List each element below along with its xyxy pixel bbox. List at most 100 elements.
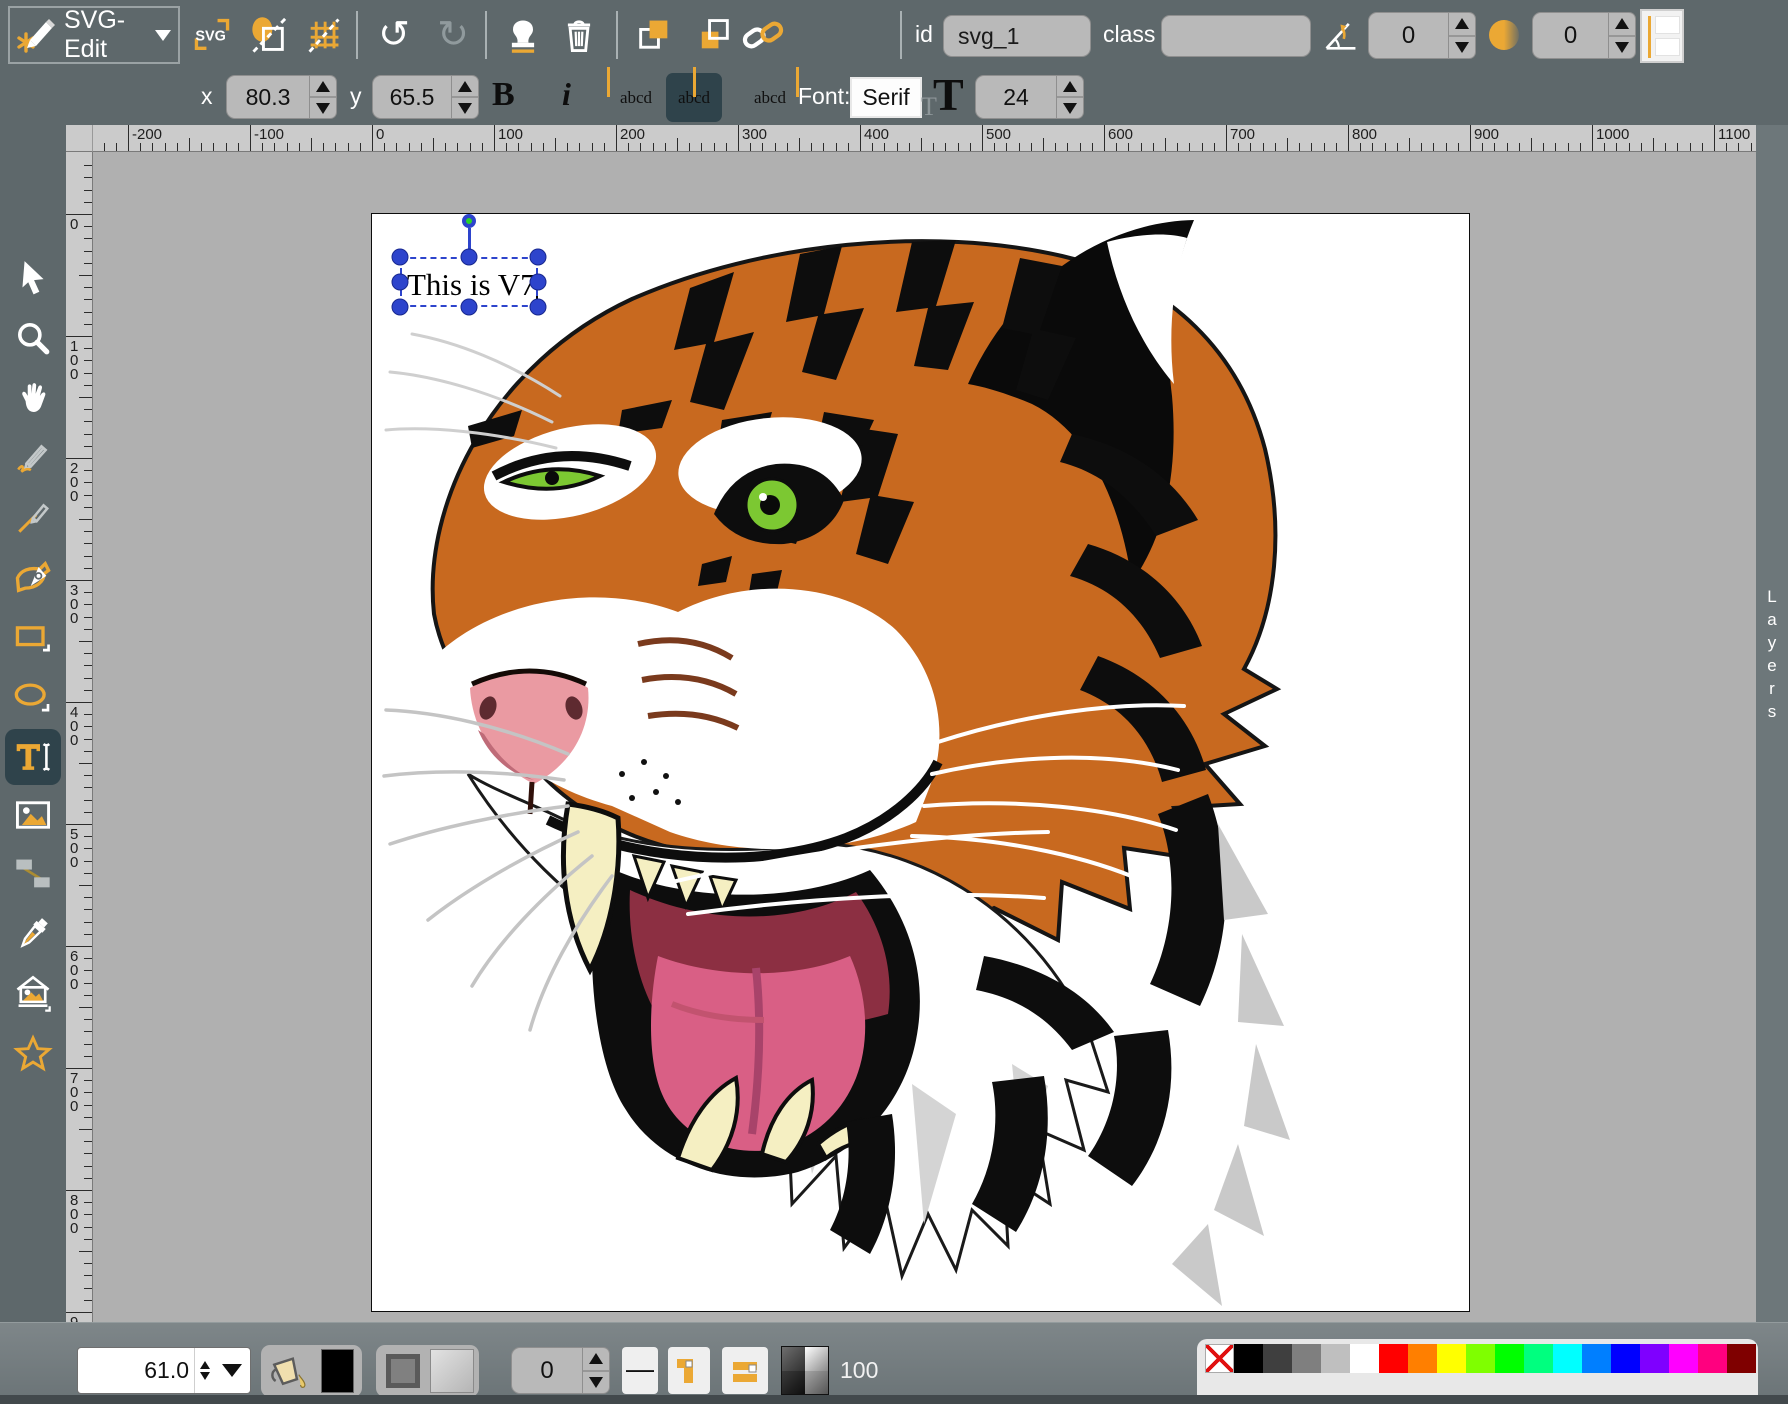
stroke-color-swatch[interactable] [386, 1354, 420, 1388]
palette-swatch-3f3f3f[interactable] [1263, 1344, 1292, 1373]
move-to-back-button[interactable] [691, 12, 737, 58]
selection-handle-ne[interactable] [530, 249, 547, 266]
zoom-value[interactable]: 61.0 [78, 1348, 194, 1393]
palette-swatch-7f0000[interactable] [1727, 1344, 1756, 1373]
id-input[interactable]: svg_1 [943, 15, 1091, 57]
italic-button[interactable]: i [562, 76, 571, 113]
zoom-spinner[interactable] [194, 1348, 214, 1393]
document-properties-button[interactable] [246, 12, 292, 58]
angle-spinner[interactable] [1449, 12, 1476, 59]
tool-rectangle[interactable] [5, 611, 61, 667]
svg-canvas[interactable] [372, 214, 1469, 1311]
tool-line[interactable] [5, 490, 61, 546]
clone-button[interactable] [500, 12, 546, 58]
stroke-linecap-button[interactable] [722, 1347, 768, 1394]
make-link-button[interactable] [740, 12, 786, 58]
palette-swatch-ffffff[interactable] [1350, 1344, 1379, 1373]
selection-handle-w[interactable] [392, 274, 409, 291]
tool-star[interactable] [5, 1026, 61, 1082]
tiger-drawing [372, 214, 1469, 1311]
palette-swatch-0000ff[interactable] [1611, 1344, 1640, 1373]
main-menu-button[interactable]: SVG-Edit [8, 6, 180, 64]
palette-swatch-ff007f[interactable] [1698, 1344, 1727, 1373]
palette-swatch-ff0000[interactable] [1379, 1344, 1408, 1373]
palette-swatch-ff00ff[interactable] [1669, 1344, 1698, 1373]
selection-handle-sw[interactable] [392, 299, 409, 316]
tool-image[interactable] [5, 787, 61, 843]
redo-button[interactable]: ↻ [430, 12, 476, 58]
stroke-linejoin-button[interactable] [668, 1347, 710, 1394]
font-size-spinner[interactable] [1057, 75, 1084, 119]
tool-shape-library[interactable] [5, 966, 61, 1022]
rotation-handle[interactable] [462, 214, 476, 228]
palette-swatch-00ff7f[interactable] [1524, 1344, 1553, 1373]
blur-spinner[interactable] [1609, 12, 1636, 59]
selection-handle-se[interactable] [530, 299, 547, 316]
palette-swatch-ff7f00[interactable] [1408, 1344, 1437, 1373]
palette-swatch-7f00ff[interactable] [1640, 1344, 1669, 1373]
move-to-front-button[interactable] [631, 12, 677, 58]
stroke-dash-button[interactable]: — [622, 1347, 658, 1394]
undo-button[interactable]: ↺ [371, 12, 417, 58]
editor-preferences-button[interactable] [301, 12, 347, 58]
tool-pan[interactable] [5, 370, 61, 426]
stroke-width-spinner[interactable] [583, 1347, 610, 1394]
align-left-button[interactable]: abcd [608, 73, 664, 122]
selection-handle-n[interactable] [461, 249, 478, 266]
y-input[interactable]: 65.5 [372, 75, 452, 119]
opacity-gradient-button[interactable] [781, 1346, 829, 1395]
palette-swatch-00ff00[interactable] [1495, 1344, 1524, 1373]
background-panel-button[interactable] [1640, 9, 1684, 63]
font-size-input[interactable]: 24 [975, 75, 1057, 119]
selection-handle-e[interactable] [530, 274, 547, 291]
tool-text[interactable] [5, 729, 61, 785]
bold-button[interactable]: B [492, 76, 515, 114]
shape-library-icon [13, 974, 53, 1014]
hand-icon [14, 379, 52, 417]
palette-swatch-007fff[interactable] [1582, 1344, 1611, 1373]
y-spinner[interactable] [452, 75, 479, 119]
zoom-dropdown[interactable] [214, 1348, 250, 1393]
angle-spin-down[interactable] [1449, 35, 1475, 59]
tool-path[interactable] [5, 549, 61, 605]
align-center-button[interactable]: abcd [666, 73, 722, 122]
source-editor-button[interactable]: SVG [189, 12, 235, 58]
palette-swatch-bfbfbf[interactable] [1321, 1344, 1350, 1373]
tool-pencil[interactable] [5, 431, 61, 487]
fill-color-swatch[interactable] [321, 1349, 354, 1393]
tool-select[interactable] [5, 249, 61, 305]
tool-ellipse[interactable] [5, 671, 61, 727]
palette-swatch-7fff00[interactable] [1466, 1344, 1495, 1373]
text-tool-icon [12, 736, 54, 778]
tool-zoom[interactable] [5, 310, 61, 366]
toolbar-separator [900, 11, 902, 59]
stroke-width-input[interactable]: 0 [511, 1347, 583, 1394]
blur-spin-down[interactable] [1609, 35, 1635, 59]
blur-spin-up[interactable] [1609, 13, 1635, 35]
selection-handle-s[interactable] [461, 299, 478, 316]
x-input[interactable]: 80.3 [226, 75, 310, 119]
tool-connector[interactable] [5, 846, 61, 902]
workspace[interactable]: -200-10001002003004005006007008009001000… [66, 125, 1756, 1322]
selection-handle-nw[interactable] [392, 249, 409, 266]
align-right-button[interactable]: abcd [742, 73, 798, 122]
font-family-button[interactable]: Serif [850, 77, 922, 118]
move-front-icon [634, 15, 674, 55]
layers-panel-tab[interactable]: Layers [1756, 125, 1788, 1322]
class-input[interactable] [1161, 15, 1311, 57]
delete-button[interactable] [556, 12, 602, 58]
palette-swatch-7f7f7f[interactable] [1292, 1344, 1321, 1373]
stroke-style-swatch[interactable] [430, 1349, 474, 1393]
toolbar-separator [616, 11, 618, 59]
line-icon [14, 499, 52, 537]
palette-swatch-000000[interactable] [1234, 1344, 1263, 1373]
zoom-control[interactable]: 61.0 [77, 1347, 251, 1394]
x-spinner[interactable] [310, 75, 337, 119]
palette-swatch-none[interactable] [1205, 1344, 1234, 1373]
angle-input[interactable]: 0 [1368, 12, 1449, 59]
angle-spin-up[interactable] [1449, 13, 1475, 35]
tool-eyedropper[interactable] [5, 906, 61, 962]
blur-input[interactable]: 0 [1532, 12, 1609, 59]
palette-swatch-00ffff[interactable] [1553, 1344, 1582, 1373]
palette-swatch-ffff00[interactable] [1437, 1344, 1466, 1373]
